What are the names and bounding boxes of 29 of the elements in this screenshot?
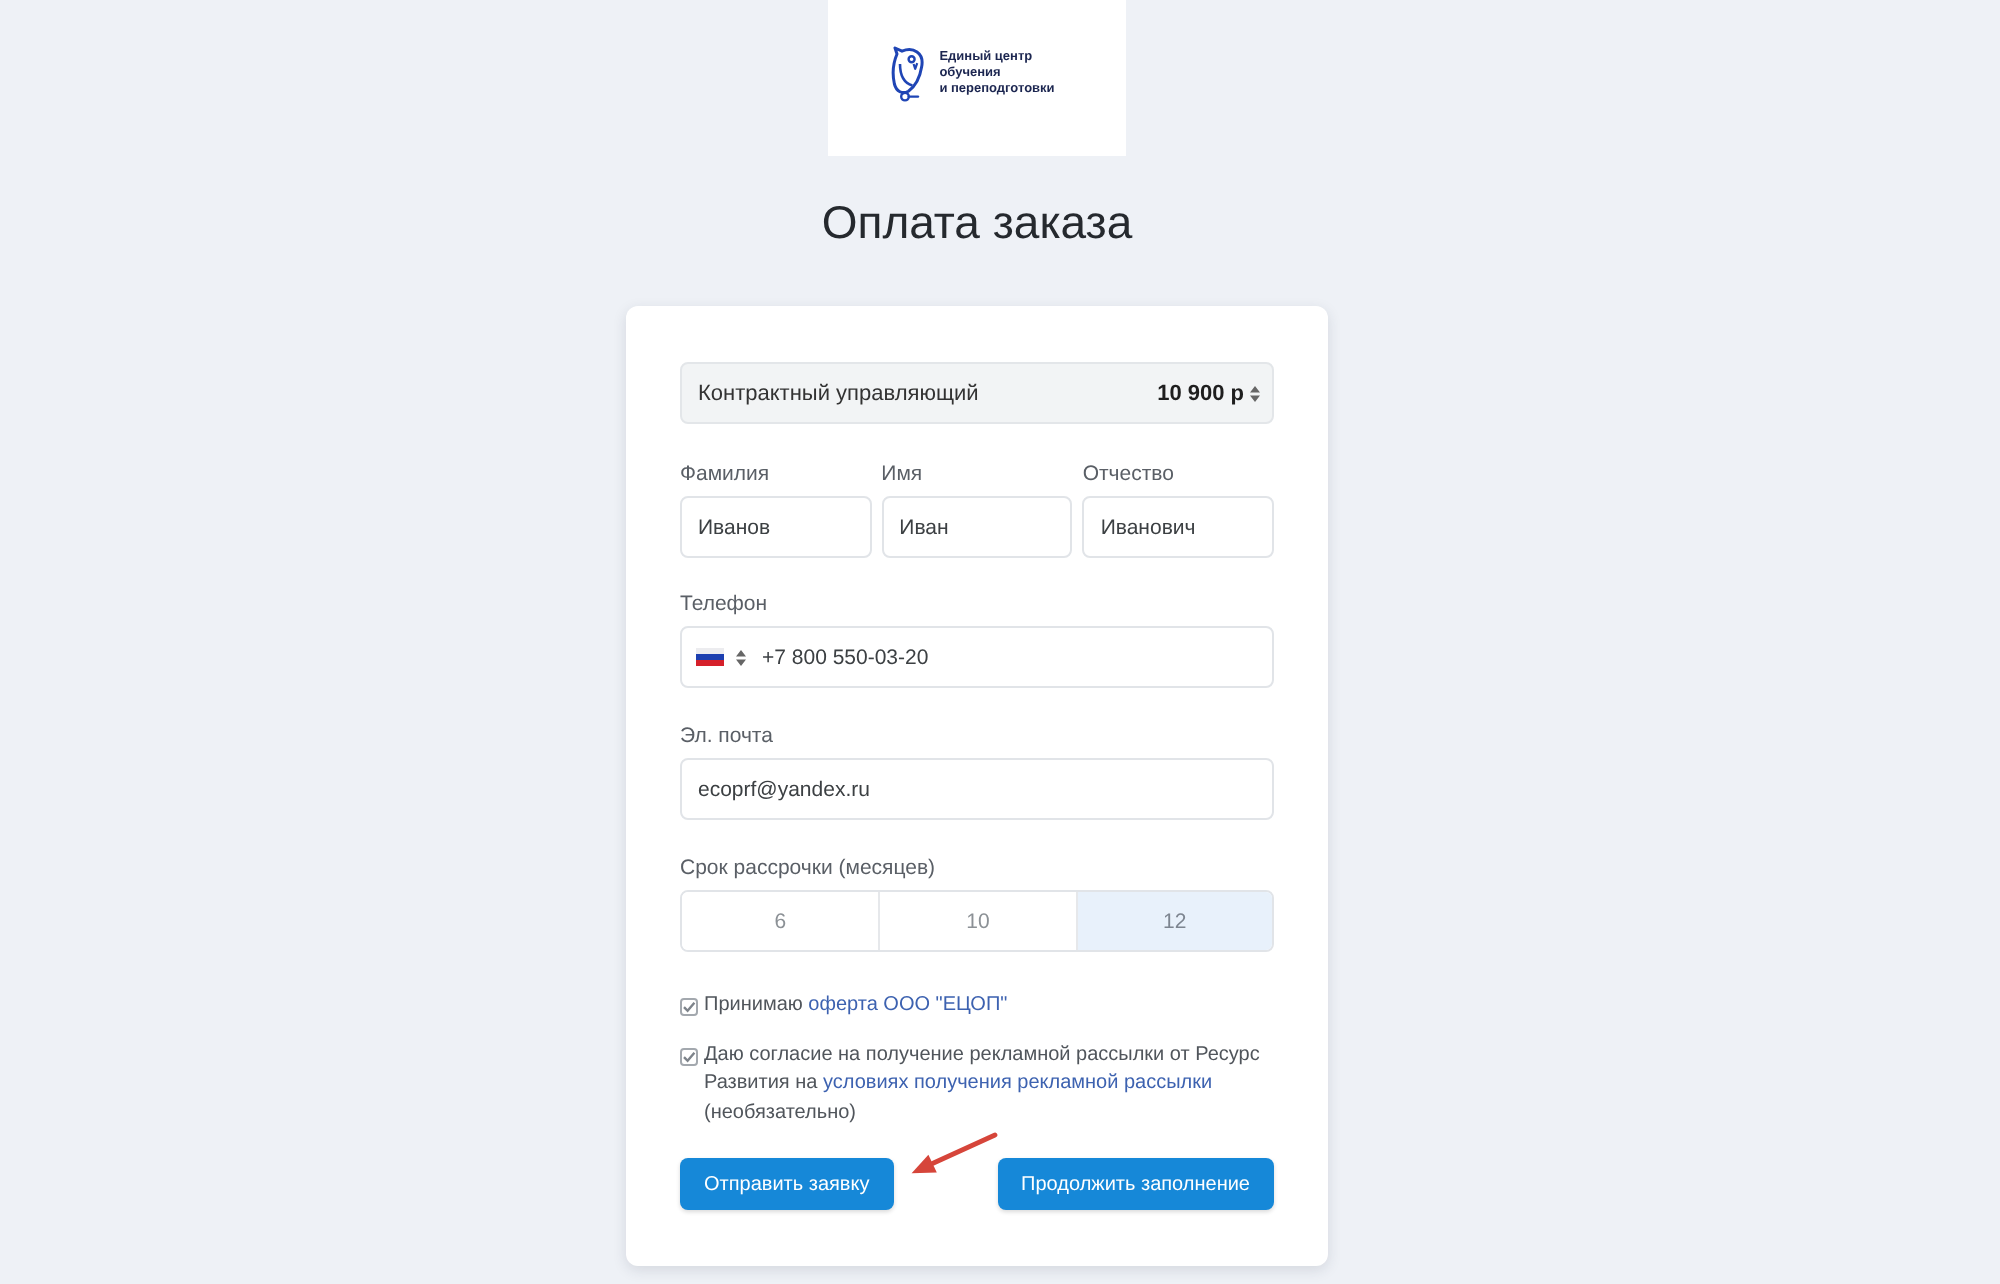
price-text: 10 900 р [1157,381,1244,405]
consent-link[interactable]: условиях получения рекламной рассылки [823,1072,1213,1094]
consent-link[interactable]: оферта ООО "ЕЦОП" [808,994,1008,1016]
phone-field[interactable]: +7 800 550-03-20 [680,626,1274,688]
field-label: Отчество [1082,460,1176,488]
email-input[interactable]: ecoprf@yandex.ru [680,758,1274,820]
up-down-caret-icon [736,649,746,665]
consent-text: Даю согласие на получение рекламной рассылки от Ресурс Развития на условиях получения рекламной рассылки (необязательно) [704,1041,1262,1127]
flag-icon [696,648,724,666]
installment-option[interactable]: 12 [1075,892,1272,950]
name-input[interactable]: Иванович [1082,496,1274,558]
checkbox[interactable] [680,998,698,1016]
consent-text: Принимаю оферта ООО "ЕЦОП" [704,992,1010,1020]
action-button[interactable]: Продолжить заполнение [997,1158,1274,1210]
arrow-icon [910,1132,998,1176]
page-title: Оплата заказа [821,196,1133,248]
course-name: Контрактный управляющий [698,381,981,405]
owl-logo-icon [887,46,928,102]
action-button[interactable]: Отправить заявку [680,1158,894,1210]
field-label: Имя [881,460,925,488]
field-label: Телефон [680,590,770,618]
name-input[interactable]: Иванов [680,496,872,558]
field-label: Эл. почта [680,722,775,750]
course-select[interactable]: Контрактный управляющий 10 900 р [680,362,1274,424]
field-label: Фамилия [680,460,772,488]
field-label: Срок рассрочки (месяцев) [680,854,938,882]
checkbox[interactable] [680,1047,698,1065]
up-down-caret-icon [1250,385,1260,401]
name-input[interactable]: Иван [881,496,1073,558]
